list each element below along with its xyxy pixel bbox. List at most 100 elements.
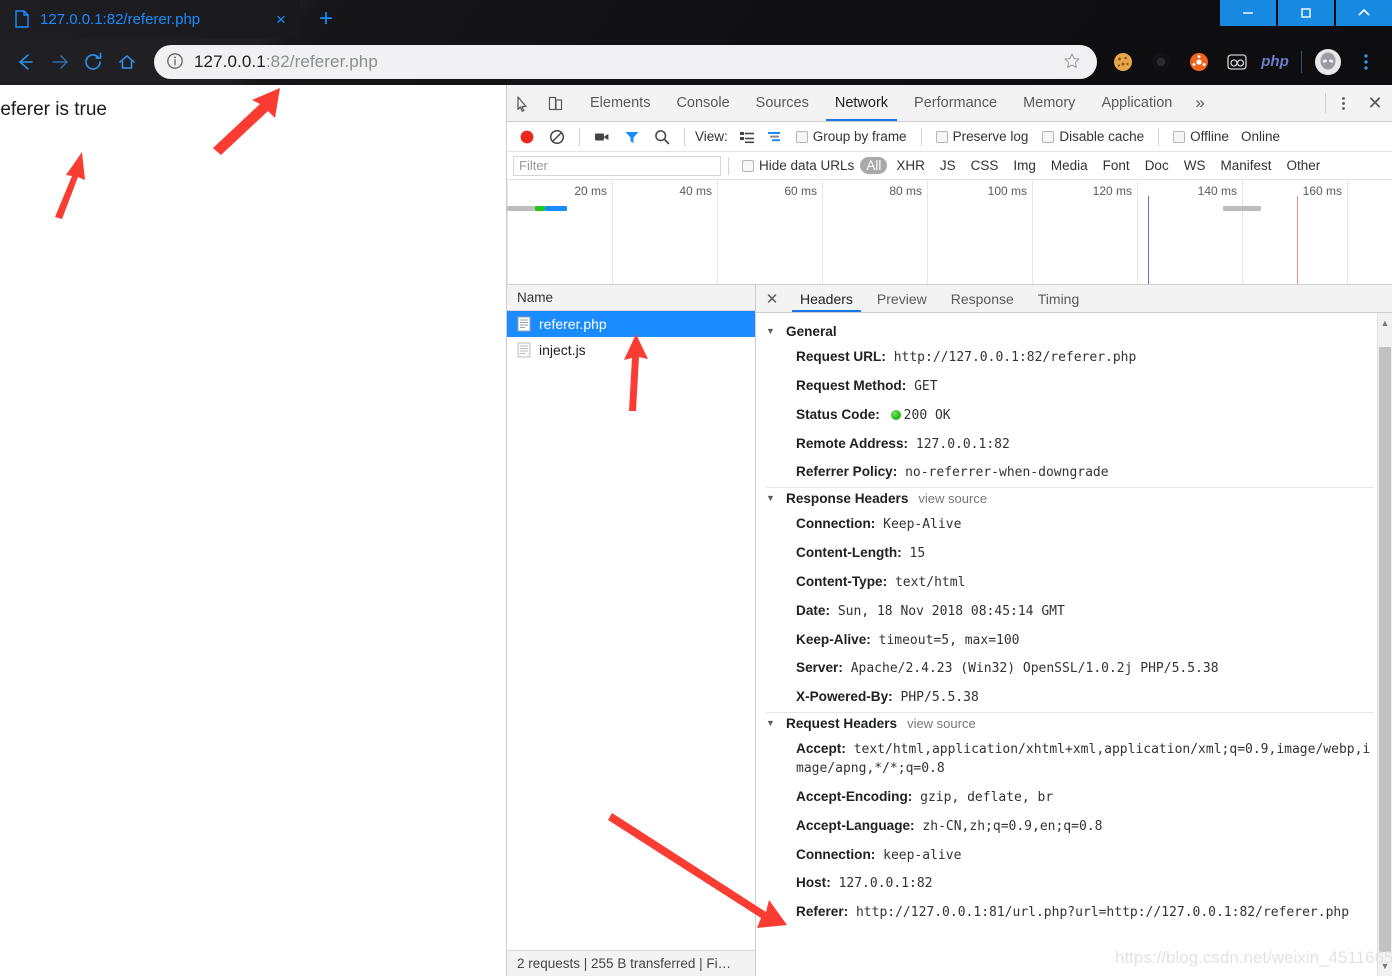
home-icon[interactable]: [110, 45, 144, 79]
tick-60ms: 60 ms: [784, 184, 817, 198]
waterfall-view-icon[interactable]: [762, 125, 788, 149]
divider: [684, 127, 685, 146]
filter-type-xhr[interactable]: XHR: [890, 157, 931, 174]
throttling-select[interactable]: Online: [1237, 129, 1284, 144]
php-extension-icon[interactable]: php: [1257, 45, 1293, 79]
inspect-element-icon[interactable]: [507, 85, 539, 121]
page-body-text: referer is true: [0, 99, 107, 120]
checkbox-box: [742, 159, 754, 172]
search-icon[interactable]: [648, 124, 676, 150]
maximize-button[interactable]: [1278, 0, 1334, 26]
header-name: Remote Address:: [796, 435, 909, 451]
filter-type-font[interactable]: Font: [1097, 157, 1136, 174]
filter-input[interactable]: Filter: [513, 155, 721, 176]
filter-type-manifest[interactable]: Manifest: [1214, 157, 1277, 174]
filter-type-other[interactable]: Other: [1280, 157, 1326, 174]
tab-console[interactable]: Console: [663, 85, 742, 121]
close-window-button[interactable]: [1336, 0, 1392, 26]
close-icon[interactable]: ×: [270, 8, 292, 30]
detail-scrollbar[interactable]: ▲ ▼: [1377, 313, 1392, 976]
address-bar[interactable]: 127.0.0.1:82/referer.php: [154, 44, 1097, 79]
cookie-extension-icon[interactable]: [1105, 45, 1141, 79]
bookmark-star-icon[interactable]: [1063, 52, 1083, 72]
oo-extension-icon[interactable]: [1219, 45, 1255, 79]
group-by-frame-label: Group by frame: [812, 129, 907, 144]
disable-cache-checkbox[interactable]: Disable cache: [1036, 129, 1150, 144]
view-source-link[interactable]: view source: [918, 491, 987, 506]
profile-avatar-icon[interactable]: [1310, 45, 1346, 79]
preserve-log-checkbox[interactable]: Preserve log: [930, 129, 1035, 144]
view-source-link[interactable]: view source: [907, 716, 976, 731]
filter-type-doc[interactable]: Doc: [1139, 157, 1175, 174]
reload-icon[interactable]: [76, 45, 110, 79]
header-row: Content-Type: text/html: [766, 568, 1374, 597]
tab-response[interactable]: Response: [939, 285, 1026, 312]
filter-type-ws[interactable]: WS: [1178, 157, 1212, 174]
checkbox-box: [795, 130, 808, 143]
section-general-header[interactable]: ▼ General: [766, 321, 1374, 343]
new-tab-button[interactable]: +: [306, 3, 346, 35]
scroll-up-icon[interactable]: ▲: [1378, 315, 1392, 331]
network-overview-timeline[interactable]: 20 ms 40 ms 60 ms 80 ms 100 ms 120 ms 14…: [507, 180, 1392, 285]
filter-type-js[interactable]: JS: [934, 157, 962, 174]
tab-sources[interactable]: Sources: [743, 85, 822, 121]
document-file-icon: [517, 342, 531, 358]
back-icon[interactable]: [8, 45, 42, 79]
url-host: 127.0.0.1: [194, 51, 266, 71]
table-row[interactable]: inject.js: [507, 337, 755, 363]
requests-column-header[interactable]: Name: [507, 285, 755, 311]
filter-type-all[interactable]: All: [860, 157, 888, 174]
tab-strip: 127.0.0.1:82/referer.php × +: [0, 0, 1392, 38]
request-bar-wait: [507, 206, 535, 211]
section-title: Response Headers: [786, 491, 909, 507]
header-row: Accept-Language: zh-CN,zh;q=0.9,en;q=0.8: [766, 812, 1374, 841]
record-button-icon[interactable]: [513, 124, 541, 150]
hide-data-urls-checkbox[interactable]: Hide data URLs: [736, 158, 860, 173]
tab-timing[interactable]: Timing: [1026, 285, 1092, 312]
detail-close-icon[interactable]: ✕: [756, 285, 788, 312]
tab-memory[interactable]: Memory: [1010, 85, 1088, 121]
section-response-headers-header[interactable]: ▼ Response Headers view source: [766, 487, 1374, 510]
minimize-button[interactable]: [1220, 0, 1276, 26]
devtools-kebab-icon[interactable]: [1328, 85, 1358, 121]
info-circle-icon[interactable]: [166, 52, 186, 72]
filter-type-css[interactable]: CSS: [965, 157, 1005, 174]
header-name: Content-Length:: [796, 545, 902, 561]
network-toolbar: View: Group by frame Preserve log Disabl…: [507, 122, 1392, 152]
request-detail-panel: ✕ Headers Preview Response Timing ▼ Gene…: [756, 285, 1392, 976]
clear-button-icon[interactable]: [543, 124, 571, 150]
header-row: Status Code: 200 OK: [766, 401, 1374, 430]
filter-type-media[interactable]: Media: [1045, 157, 1094, 174]
devtools-tabs: Elements Console Sources Network Perform…: [577, 85, 1215, 121]
devtools-close-icon[interactable]: ✕: [1358, 85, 1392, 121]
tab-performance[interactable]: Performance: [901, 85, 1010, 121]
offline-checkbox[interactable]: Offline: [1167, 129, 1235, 144]
tab-preview[interactable]: Preview: [865, 285, 939, 312]
browser-tab[interactable]: 127.0.0.1:82/referer.php ×: [0, 0, 300, 38]
request-bar-download: [545, 206, 567, 211]
kebab-menu-icon[interactable]: [1348, 45, 1384, 79]
device-toolbar-icon[interactable]: [539, 85, 571, 121]
table-row[interactable]: referer.php: [507, 311, 755, 337]
tab-network[interactable]: Network: [822, 85, 901, 121]
section-request-headers-header[interactable]: ▼ Request Headers view source: [766, 712, 1374, 735]
dark-ring-extension-icon[interactable]: [1143, 45, 1179, 79]
list-view-icon[interactable]: [734, 125, 760, 149]
tab-headers[interactable]: Headers: [788, 285, 865, 312]
scrollbar-thumb[interactable]: [1379, 347, 1391, 952]
camera-icon[interactable]: [588, 124, 616, 150]
tab-elements[interactable]: Elements: [577, 85, 663, 121]
header-name: Accept:: [796, 741, 846, 757]
header-value: GET: [914, 378, 938, 394]
forward-icon[interactable]: [42, 45, 76, 79]
header-row: Host: 127.0.0.1:82: [766, 869, 1374, 898]
request-bar-ttfb: [535, 206, 545, 211]
header-value: Sun, 18 Nov 2018 08:45:14 GMT: [837, 603, 1065, 619]
group-by-frame-checkbox[interactable]: Group by frame: [790, 129, 913, 144]
tab-application[interactable]: Application: [1088, 85, 1185, 121]
filter-funnel-icon[interactable]: [618, 124, 646, 150]
header-row: Connection: keep-alive: [766, 841, 1374, 870]
orange-extension-icon[interactable]: [1181, 45, 1217, 79]
more-tabs-icon[interactable]: »: [1185, 85, 1214, 121]
filter-type-img[interactable]: Img: [1007, 157, 1042, 174]
